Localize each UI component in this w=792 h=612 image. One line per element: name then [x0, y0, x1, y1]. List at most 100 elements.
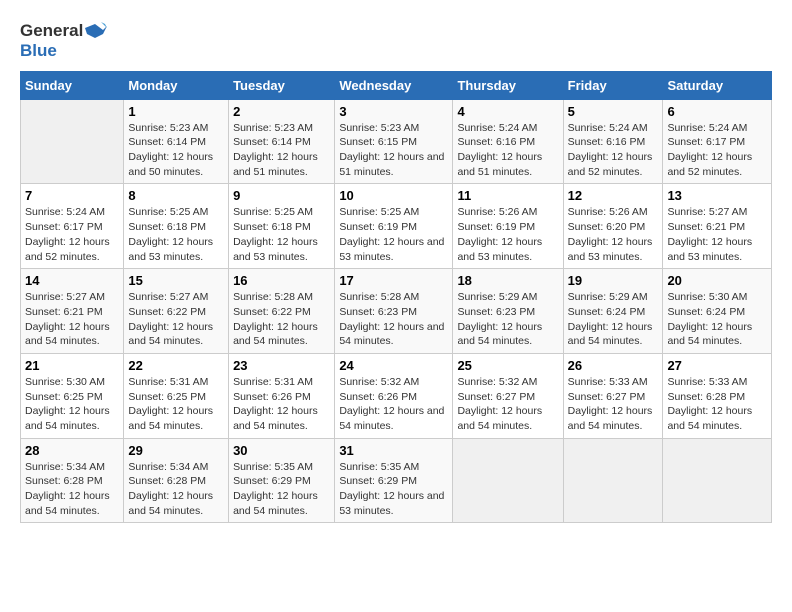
calendar-header-row: SundayMondayTuesdayWednesdayThursdayFrid… — [21, 71, 772, 99]
cell-sun-info: Sunrise: 5:24 AMSunset: 6:17 PMDaylight:… — [25, 205, 119, 264]
calendar-cell: 10Sunrise: 5:25 AMSunset: 6:19 PMDayligh… — [335, 184, 453, 269]
cell-sun-info: Sunrise: 5:24 AMSunset: 6:17 PMDaylight:… — [667, 121, 767, 180]
cell-date-number: 5 — [568, 104, 659, 119]
cell-date-number: 23 — [233, 358, 330, 373]
calendar-cell: 6Sunrise: 5:24 AMSunset: 6:17 PMDaylight… — [663, 99, 772, 184]
cell-date-number: 16 — [233, 273, 330, 288]
cell-date-number: 20 — [667, 273, 767, 288]
cell-date-number: 15 — [128, 273, 224, 288]
calendar-cell: 27Sunrise: 5:33 AMSunset: 6:28 PMDayligh… — [663, 353, 772, 438]
calendar-day-header: Wednesday — [335, 71, 453, 99]
cell-date-number: 19 — [568, 273, 659, 288]
calendar-cell: 8 Sunrise: 5:25 AMSunset: 6:18 PMDaylight… — [124, 184, 229, 269]
cell-sun-info: Sunrise: 5:27 AMSunset: 6:21 PMDaylight:… — [667, 205, 767, 264]
calendar-day-header: Sunday — [21, 71, 124, 99]
calendar-cell: 21 Sunrise: 5:30 AMSunset: 6:25 PMDayligh… — [21, 353, 124, 438]
calendar-cell: 17 Sunrise: 5:28 AMSunset: 6:23 PMDayligh… — [335, 269, 453, 354]
calendar-cell — [563, 438, 663, 523]
calendar-cell: 7 Sunrise: 5:24 AMSunset: 6:17 PMDaylight… — [21, 184, 124, 269]
cell-sun-info: Sunrise: 5:29 AMSunset: 6:24 PMDaylight:… — [568, 290, 659, 349]
cell-sun-info: Sunrise: 5:31 AMSunset: 6:25 PMDaylight:… — [128, 375, 224, 434]
cell-sun-info: Sunrise: 5:25 AMSunset: 6:18 PMDaylight:… — [128, 205, 224, 264]
cell-sun-info: Sunrise: 5:28 AMSunset: 6:22 PMDaylight:… — [233, 290, 330, 349]
calendar-day-header: Monday — [124, 71, 229, 99]
cell-sun-info: Sunrise: 5:27 AMSunset: 6:21 PMDaylight:… — [25, 290, 119, 349]
cell-date-number: 1 — [128, 104, 224, 119]
calendar-cell — [453, 438, 563, 523]
calendar-week-row: 28Sunrise: 5:34 AMSunset: 6:28 PMDayligh… — [21, 438, 772, 523]
cell-sun-info: Sunrise: 5:23 AMSunset: 6:14 PMDaylight:… — [233, 121, 330, 180]
cell-date-number: 3 — [339, 104, 448, 119]
calendar-day-header: Friday — [563, 71, 663, 99]
logo-bird-icon — [85, 20, 107, 42]
calendar-day-header: Tuesday — [229, 71, 335, 99]
cell-date-number: 8 — [128, 188, 224, 203]
cell-sun-info: Sunrise: 5:24 AMSunset: 6:16 PMDaylight:… — [568, 121, 659, 180]
calendar-cell: 29Sunrise: 5:34 AMSunset: 6:28 PMDayligh… — [124, 438, 229, 523]
cell-sun-info: Sunrise: 5:23 AMSunset: 6:14 PMDaylight:… — [128, 121, 224, 180]
logo: General Blue — [20, 20, 107, 61]
cell-date-number: 25 — [457, 358, 558, 373]
calendar-cell: 19 Sunrise: 5:29 AMSunset: 6:24 PMDayligh… — [563, 269, 663, 354]
calendar-week-row: 1 Sunrise: 5:23 AMSunset: 6:14 PMDaylight… — [21, 99, 772, 184]
cell-sun-info: Sunrise: 5:26 AMSunset: 6:20 PMDaylight:… — [568, 205, 659, 264]
calendar-cell: 5 Sunrise: 5:24 AMSunset: 6:16 PMDaylight… — [563, 99, 663, 184]
cell-date-number: 12 — [568, 188, 659, 203]
calendar-day-header: Saturday — [663, 71, 772, 99]
cell-sun-info: Sunrise: 5:24 AMSunset: 6:16 PMDaylight:… — [457, 121, 558, 180]
calendar-table: SundayMondayTuesdayWednesdayThursdayFrid… — [20, 71, 772, 524]
calendar-cell — [663, 438, 772, 523]
cell-sun-info: Sunrise: 5:25 AMSunset: 6:18 PMDaylight:… — [233, 205, 330, 264]
calendar-cell: 4 Sunrise: 5:24 AMSunset: 6:16 PMDaylight… — [453, 99, 563, 184]
calendar-cell: 31 Sunrise: 5:35 AMSunset: 6:29 PMDayligh… — [335, 438, 453, 523]
calendar-cell: 26Sunrise: 5:33 AMSunset: 6:27 PMDayligh… — [563, 353, 663, 438]
cell-sun-info: Sunrise: 5:34 AMSunset: 6:28 PMDaylight:… — [128, 460, 224, 519]
cell-sun-info: Sunrise: 5:31 AMSunset: 6:26 PMDaylight:… — [233, 375, 330, 434]
cell-date-number: 11 — [457, 188, 558, 203]
cell-date-number: 30 — [233, 443, 330, 458]
calendar-cell: 30 Sunrise: 5:35 AMSunset: 6:29 PMDayligh… — [229, 438, 335, 523]
cell-date-number: 14 — [25, 273, 119, 288]
cell-date-number: 7 — [25, 188, 119, 203]
cell-date-number: 17 — [339, 273, 448, 288]
cell-sun-info: Sunrise: 5:32 AMSunset: 6:27 PMDaylight:… — [457, 375, 558, 434]
calendar-cell: 9 Sunrise: 5:25 AMSunset: 6:18 PMDaylight… — [229, 184, 335, 269]
cell-date-number: 21 — [25, 358, 119, 373]
cell-sun-info: Sunrise: 5:23 AMSunset: 6:15 PMDaylight:… — [339, 121, 448, 180]
header: General Blue — [20, 20, 772, 61]
calendar-day-header: Thursday — [453, 71, 563, 99]
cell-date-number: 4 — [457, 104, 558, 119]
calendar-cell: 20 Sunrise: 5:30 AMSunset: 6:24 PMDayligh… — [663, 269, 772, 354]
cell-date-number: 22 — [128, 358, 224, 373]
calendar-cell: 13Sunrise: 5:27 AMSunset: 6:21 PMDayligh… — [663, 184, 772, 269]
logo-general: General — [20, 22, 83, 41]
cell-date-number: 2 — [233, 104, 330, 119]
calendar-cell: 14 Sunrise: 5:27 AMSunset: 6:21 PMDayligh… — [21, 269, 124, 354]
cell-sun-info: Sunrise: 5:30 AMSunset: 6:24 PMDaylight:… — [667, 290, 767, 349]
cell-sun-info: Sunrise: 5:32 AMSunset: 6:26 PMDaylight:… — [339, 375, 448, 434]
logo-blue: Blue — [20, 42, 57, 61]
calendar-week-row: 7 Sunrise: 5:24 AMSunset: 6:17 PMDaylight… — [21, 184, 772, 269]
logo-text: General Blue — [20, 20, 107, 61]
calendar-cell: 16 Sunrise: 5:28 AMSunset: 6:22 PMDayligh… — [229, 269, 335, 354]
cell-date-number: 9 — [233, 188, 330, 203]
cell-date-number: 18 — [457, 273, 558, 288]
calendar-cell: 22 Sunrise: 5:31 AMSunset: 6:25 PMDayligh… — [124, 353, 229, 438]
calendar-cell: 3 Sunrise: 5:23 AMSunset: 6:15 PMDaylight… — [335, 99, 453, 184]
calendar-week-row: 21 Sunrise: 5:30 AMSunset: 6:25 PMDayligh… — [21, 353, 772, 438]
cell-sun-info: Sunrise: 5:35 AMSunset: 6:29 PMDaylight:… — [339, 460, 448, 519]
cell-date-number: 31 — [339, 443, 448, 458]
cell-sun-info: Sunrise: 5:35 AMSunset: 6:29 PMDaylight:… — [233, 460, 330, 519]
cell-sun-info: Sunrise: 5:34 AMSunset: 6:28 PMDaylight:… — [25, 460, 119, 519]
cell-date-number: 27 — [667, 358, 767, 373]
calendar-cell: 1 Sunrise: 5:23 AMSunset: 6:14 PMDaylight… — [124, 99, 229, 184]
cell-sun-info: Sunrise: 5:28 AMSunset: 6:23 PMDaylight:… — [339, 290, 448, 349]
calendar-week-row: 14 Sunrise: 5:27 AMSunset: 6:21 PMDayligh… — [21, 269, 772, 354]
calendar-cell: 2 Sunrise: 5:23 AMSunset: 6:14 PMDaylight… — [229, 99, 335, 184]
cell-date-number: 10 — [339, 188, 448, 203]
cell-date-number: 26 — [568, 358, 659, 373]
cell-sun-info: Sunrise: 5:30 AMSunset: 6:25 PMDaylight:… — [25, 375, 119, 434]
calendar-cell: 11Sunrise: 5:26 AMSunset: 6:19 PMDayligh… — [453, 184, 563, 269]
calendar-cell: 24Sunrise: 5:32 AMSunset: 6:26 PMDayligh… — [335, 353, 453, 438]
calendar-cell: 28Sunrise: 5:34 AMSunset: 6:28 PMDayligh… — [21, 438, 124, 523]
